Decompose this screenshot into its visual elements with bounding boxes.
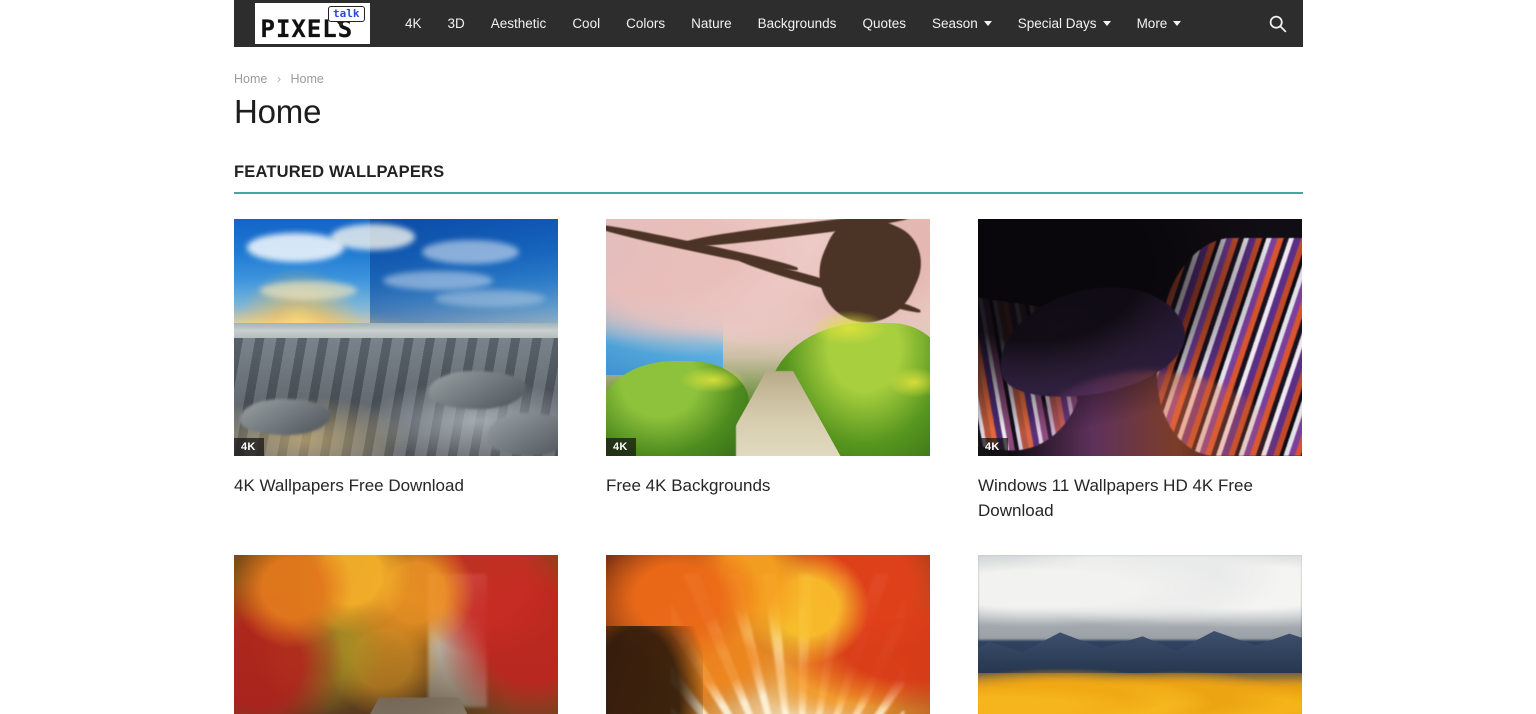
wallpaper-title: Windows 11 Wallpapers HD 4K Free Downloa… xyxy=(978,476,1253,520)
resolution-badge: 4K xyxy=(978,438,1008,456)
section-heading: FEATURED WALLPAPERS xyxy=(234,163,445,181)
nav-label: Colors xyxy=(626,16,666,31)
nav-label: Season xyxy=(931,16,978,31)
wallpaper-thumbnail[interactable]: 4K xyxy=(234,219,558,456)
nav-item-backgrounds[interactable]: Backgrounds xyxy=(745,0,850,47)
thumbnail-art-autumn-leaves-sunrays xyxy=(606,555,930,714)
chevron-down-icon xyxy=(1173,21,1182,26)
chevron-down-icon xyxy=(1102,21,1111,26)
thumbnail-art-autumn-forest-waterfall xyxy=(234,555,558,714)
nav-label: Nature xyxy=(691,16,732,31)
thumbnail-art-cherry-blossom-path xyxy=(606,219,930,456)
nav-label: 3D xyxy=(447,16,465,31)
chevron-down-icon xyxy=(983,21,992,26)
wallpaper-title: 4K Wallpapers Free Download xyxy=(234,476,464,495)
nav-label: Cool xyxy=(572,16,601,31)
section-divider xyxy=(234,192,1303,194)
wallpaper-card[interactable]: 4K Free 4K Backgrounds xyxy=(606,219,930,523)
nav-item-nature[interactable]: Nature xyxy=(678,0,745,47)
nav-item-aesthetic[interactable]: Aesthetic xyxy=(478,0,560,47)
page-root: PIXELS talk 4K 3D Aesthetic Cool Colors … xyxy=(0,0,1536,714)
nav-label: Aesthetic xyxy=(490,16,547,31)
search-button[interactable] xyxy=(1251,0,1303,47)
breadcrumb-item-home[interactable]: Home xyxy=(234,72,267,86)
wallpaper-card[interactable] xyxy=(978,555,1302,714)
breadcrumb-separator-icon: › xyxy=(276,72,281,86)
breadcrumb: Home › Home xyxy=(234,72,1303,86)
resolution-badge: 4K xyxy=(234,438,264,456)
wallpaper-thumbnail[interactable] xyxy=(978,555,1302,714)
wallpaper-card[interactable]: 4K 4K Wallpapers Free Download xyxy=(234,219,558,523)
site-header: PIXELS talk 4K 3D Aesthetic Cool Colors … xyxy=(234,0,1303,47)
wallpaper-card[interactable] xyxy=(606,555,930,714)
wallpaper-thumbnail[interactable]: 4K xyxy=(606,219,930,456)
nav-label: Backgrounds xyxy=(757,16,837,31)
nav-item-more[interactable]: More xyxy=(1124,0,1195,47)
nav-label: 4K xyxy=(405,16,422,31)
logo-artwork: PIXELS talk xyxy=(260,5,365,42)
wallpaper-title: Free 4K Backgrounds xyxy=(606,476,771,495)
thumbnail-art-abstract-purple-ribbons xyxy=(978,219,1302,456)
nav-item-colors[interactable]: Colors xyxy=(613,0,678,47)
wallpaper-thumbnail[interactable] xyxy=(606,555,930,714)
nav-item-season[interactable]: Season xyxy=(919,0,1005,47)
page-title: Home xyxy=(234,93,322,130)
site-logo[interactable]: PIXELS talk xyxy=(255,3,370,44)
nav-label: Quotes xyxy=(862,16,906,31)
main-navigation: 4K 3D Aesthetic Cool Colors Nature Backg… xyxy=(392,0,1251,47)
nav-item-3d[interactable]: 3D xyxy=(435,0,478,47)
nav-item-4k[interactable]: 4K xyxy=(392,0,435,47)
nav-item-special-days[interactable]: Special Days xyxy=(1005,0,1124,47)
logo-talk-bubble: talk xyxy=(328,5,365,27)
resolution-badge: 4K xyxy=(606,438,636,456)
wallpaper-thumbnail[interactable]: 4K xyxy=(978,219,1302,456)
nav-label: More xyxy=(1136,16,1168,31)
wallpaper-grid-row-2 xyxy=(234,555,1303,714)
search-icon xyxy=(1269,15,1286,33)
thumbnail-art-sunset-rocky-coast xyxy=(234,219,558,456)
wallpaper-card[interactable] xyxy=(234,555,558,714)
wallpaper-thumbnail[interactable] xyxy=(234,555,558,714)
thumbnail-art-golden-aspens-mountains xyxy=(978,555,1302,714)
wallpaper-card[interactable]: 4K Windows 11 Wallpapers HD 4K Free Down… xyxy=(978,219,1302,523)
wallpaper-grid-row-1: 4K 4K Wallpapers Free Download 4K Free 4… xyxy=(234,219,1303,523)
nav-item-quotes[interactable]: Quotes xyxy=(849,0,919,47)
breadcrumb-item-current[interactable]: Home xyxy=(290,72,323,86)
nav-label: Special Days xyxy=(1017,16,1097,31)
main-content: Home › Home Home FEATURED WALLPAPERS 4K … xyxy=(234,47,1303,714)
nav-item-cool[interactable]: Cool xyxy=(559,0,613,47)
